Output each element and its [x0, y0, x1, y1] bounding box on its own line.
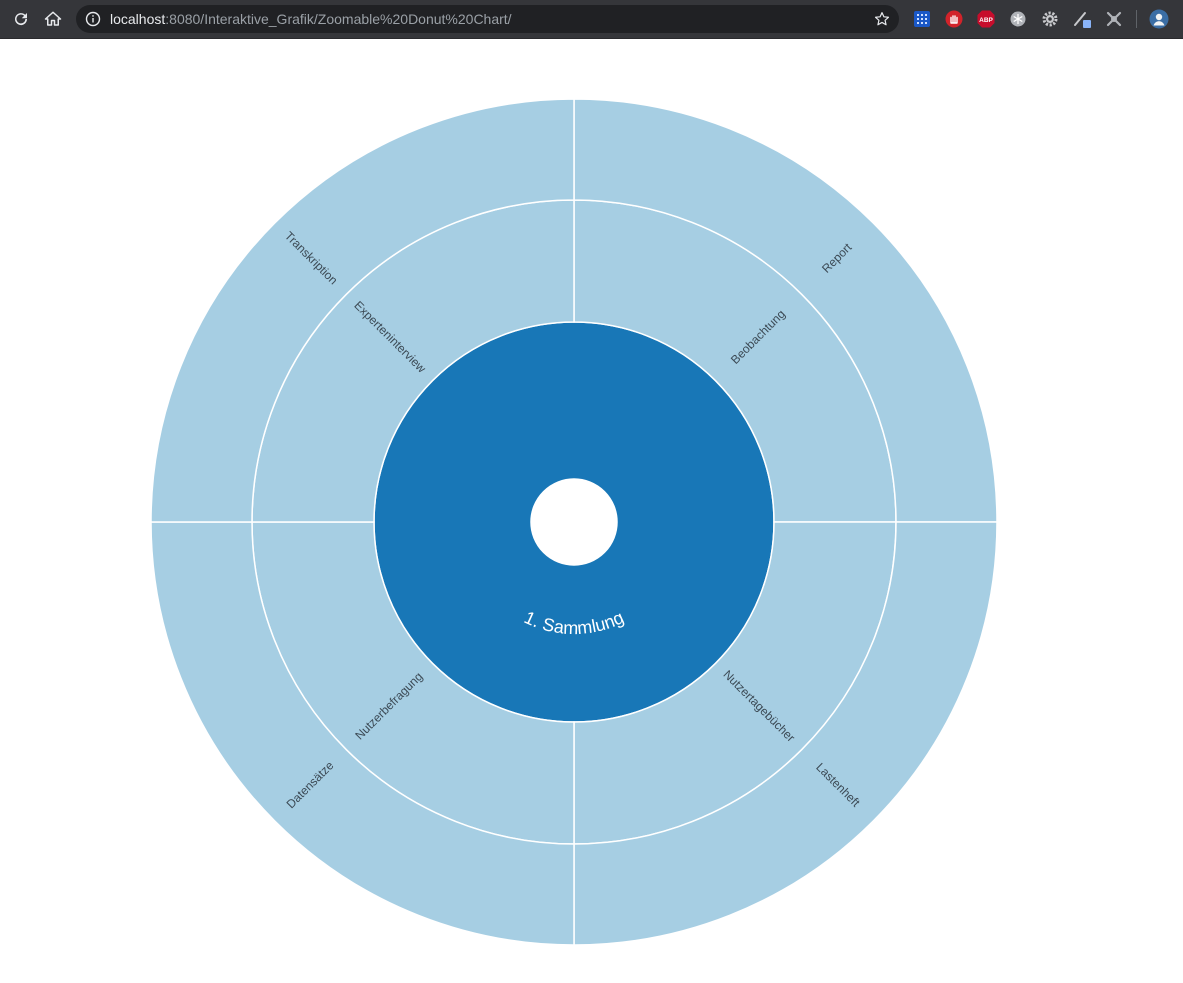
info-icon[interactable]: [85, 11, 101, 27]
grid-extension-icon: [914, 11, 930, 27]
page-content: 1. Sammlung Beobachtung Nutzertagebücher Nu…: [0, 39, 1183, 983]
adblock-plus-icon: ABP: [977, 10, 995, 28]
snowflake-extension-icon: [1010, 11, 1026, 27]
home-icon: [44, 11, 62, 26]
url-text[interactable]: localhost:8080/Interaktive_Grafik/Zoomab…: [110, 11, 512, 27]
grid-extension-button[interactable]: [912, 9, 932, 29]
url-host: localhost: [110, 11, 166, 27]
profile-button[interactable]: [1149, 9, 1169, 29]
gear-extension-icon: [1042, 11, 1058, 27]
url-path: :8080/Interaktive_Grafik/Zoomable%20Donu…: [165, 11, 512, 27]
reload-icon: [15, 13, 28, 26]
toolbar-separator: [1136, 10, 1137, 28]
svg-text:ABP: ABP: [979, 17, 993, 24]
puzzle-extension-button[interactable]: [1104, 9, 1124, 29]
gear-extension-button[interactable]: [1040, 9, 1060, 29]
pencil-extension-button[interactable]: [1072, 9, 1092, 29]
home-button[interactable]: [41, 7, 65, 31]
zoomable-donut-chart: 1. SammlungBeobachtungNutzertagebücherNu…: [150, 98, 998, 946]
address-bar[interactable]: localhost:8080/Interaktive_Grafik/Zoomab…: [76, 5, 899, 33]
reload-button[interactable]: [9, 7, 33, 31]
hand-stop-extension-icon: [945, 10, 963, 28]
browser-toolbar: localhost:8080/Interaktive_Grafik/Zoomab…: [0, 0, 1183, 39]
snowflake-extension-button[interactable]: [1008, 9, 1028, 29]
hand-stop-extension-button[interactable]: [944, 9, 964, 29]
profile-avatar-icon: [1149, 9, 1169, 29]
pencil-extension-icon: [1074, 12, 1091, 28]
puzzle-extension-icon: [1106, 11, 1122, 27]
bookmark-star-icon[interactable]: [873, 10, 891, 28]
adblock-plus-button[interactable]: ABP: [976, 9, 996, 29]
